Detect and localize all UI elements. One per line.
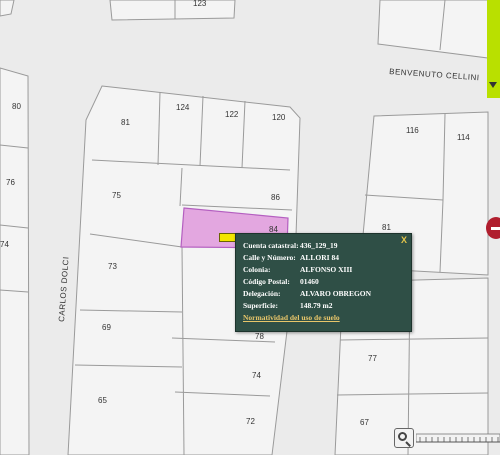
magnifier-icon bbox=[398, 432, 407, 441]
lot-number-65: 65 bbox=[98, 396, 107, 405]
field-value: 01460 bbox=[300, 277, 319, 286]
field-value: 148.79 m2 bbox=[300, 301, 333, 310]
lot-number-86: 86 bbox=[271, 193, 280, 202]
remove-button[interactable] bbox=[486, 217, 500, 239]
land-use-regulation-link[interactable]: Normatividad del uso de suelo bbox=[243, 313, 340, 322]
lot-number-69: 69 bbox=[102, 323, 111, 332]
field-label: Delegación: bbox=[243, 289, 281, 298]
field-label: Calle y Número: bbox=[243, 253, 296, 262]
field-label: Código Postal: bbox=[243, 277, 290, 286]
field-label: Colonia: bbox=[243, 265, 271, 274]
lot-number-75: 75 bbox=[112, 191, 121, 200]
field-label: Cuenta catastral: bbox=[243, 241, 299, 250]
lot-number-80: 80 bbox=[12, 102, 21, 111]
close-icon[interactable]: X bbox=[401, 235, 407, 245]
minus-circle-icon bbox=[491, 227, 500, 230]
block-top-center bbox=[109, 0, 236, 21]
lot-number-114: 114 bbox=[457, 133, 470, 142]
parcel-info-popup: X Cuenta catastral: 436_129_19 Calle y N… bbox=[235, 233, 412, 332]
lot-number-81-right: 81 bbox=[382, 223, 391, 232]
lot-number-74: 74 bbox=[252, 371, 261, 380]
side-panel-toggle[interactable] bbox=[487, 0, 500, 98]
field-value: ALFONSO XIII bbox=[300, 265, 353, 274]
lot-number-120: 120 bbox=[272, 113, 286, 122]
cadastral-map[interactable]: 123 80 76 74 81 124 122 120 75 86 84 73 … bbox=[0, 0, 500, 455]
lot-number-73: 73 bbox=[108, 262, 117, 271]
lot-number-78: 78 bbox=[255, 332, 264, 341]
lot-number-67: 67 bbox=[360, 418, 369, 427]
block-left bbox=[0, 67, 30, 455]
lot-number-72: 72 bbox=[246, 417, 255, 426]
field-label: Superficie: bbox=[243, 301, 278, 310]
lot-number-77: 77 bbox=[368, 354, 377, 363]
lot-number-81: 81 bbox=[121, 118, 130, 127]
field-value: ALVARO OBREGON bbox=[300, 289, 372, 298]
lot-number-76: 76 bbox=[6, 178, 15, 187]
lot-number-116: 116 bbox=[406, 126, 419, 135]
zoom-button[interactable] bbox=[394, 428, 414, 448]
lot-number-124: 124 bbox=[176, 103, 190, 112]
field-value: ALLORI 84 bbox=[300, 253, 339, 262]
lot-number-123: 123 bbox=[193, 0, 207, 8]
lot-number-122: 122 bbox=[225, 110, 239, 119]
scale-bar bbox=[416, 433, 500, 443]
magnifier-handle bbox=[405, 441, 411, 447]
chevron-down-icon bbox=[489, 82, 497, 88]
lot-number-74-left: 74 bbox=[0, 240, 9, 249]
field-value: 436_129_19 bbox=[300, 241, 338, 250]
